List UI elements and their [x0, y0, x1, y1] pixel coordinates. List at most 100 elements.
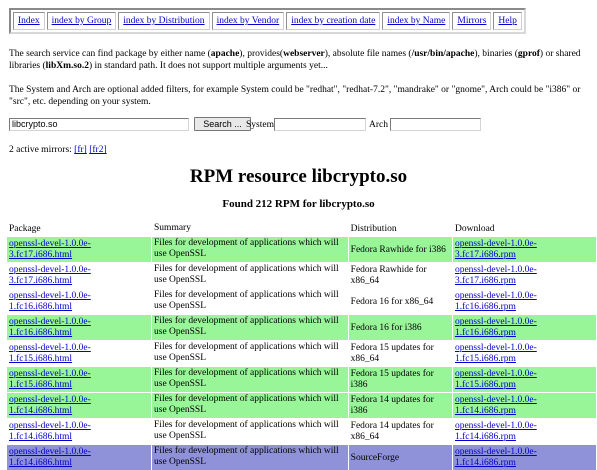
distribution-cell: Fedora Rawhide for i386: [350, 244, 446, 255]
page-title: RPM resource libcrypto.so: [189, 166, 408, 187]
download-link[interactable]: openssl-devel-1.0.0e-1.fc15.i686.rpm: [455, 369, 594, 391]
distribution-cell: Fedora 15 updates for x86_64: [350, 343, 434, 364]
download-link[interactable]: openssl-devel-1.0.0e-3.fc17.i686.rpm: [455, 239, 594, 261]
download-cell: openssl-devel-1.0.0e-3.fc17.i686.rpm: [452, 263, 596, 288]
search-button[interactable]: Search ...: [194, 117, 251, 131]
download-cell: openssl-devel-1.0.0e-1.fc16.i686.rpm: [452, 289, 596, 314]
intro-text-4: ), binaries (: [474, 49, 518, 59]
table-row: openssl-devel-1.0.0e-3.fc17.i686.html Fil…: [7, 237, 597, 262]
package-link[interactable]: openssl-devel-1.0.0e-1.fc16.i686.html: [9, 291, 149, 313]
table-row: openssl-devel-1.0.0e-1.fc14.i686.html Fil…: [7, 419, 597, 444]
table-row: openssl-devel-1.0.0e-1.fc16.i686.html Fil…: [7, 315, 597, 340]
summary-cell: Files for development of applications wh…: [154, 316, 339, 337]
summary-cell: Files for development of applications wh…: [154, 394, 339, 415]
table-body: openssl-devel-1.0.0e-3.fc17.i686.html Fil…: [7, 237, 597, 470]
nav-cell-name[interactable]: index by Name: [382, 12, 451, 30]
download-link[interactable]: openssl-devel-1.0.0e-3.fc17.i686.rpm: [455, 265, 594, 287]
package-link[interactable]: openssl-devel-1.0.0e-3.fc17.i686.html: [9, 265, 149, 287]
summary-cell: Files for development of applications wh…: [152, 419, 348, 444]
nav-link-index[interactable]: Index: [18, 16, 40, 26]
arch-input[interactable]: [390, 118, 481, 131]
nav-link-by-creation-date[interactable]: index by creation date: [291, 16, 375, 26]
nav-cell-vendor[interactable]: index by Vendor: [211, 12, 285, 30]
summary-cell: Files for development of applications wh…: [152, 263, 348, 288]
package-link[interactable]: openssl-devel-1.0.0e-1.fc16.i686.html: [9, 317, 149, 339]
mirrors-prefix: 2 active mirrors:: [9, 145, 75, 155]
summary-cell: Files for development of applications wh…: [154, 238, 339, 259]
package-cell: openssl-devel-1.0.0e-1.fc15.i686.html: [7, 341, 152, 366]
download-cell: openssl-devel-1.0.0e-1.fc15.i686.rpm: [452, 341, 596, 366]
download-link[interactable]: openssl-devel-1.0.0e-1.fc14.i686.rpm: [455, 421, 594, 443]
summary-cell: Files for development of applications wh…: [154, 290, 339, 311]
nav-cell-group[interactable]: index by Group: [46, 12, 117, 30]
header-package: Package: [9, 223, 41, 234]
summary-cell: Files for development of applications wh…: [152, 341, 348, 366]
download-cell: openssl-devel-1.0.0e-1.fc15.i686.rpm: [452, 367, 596, 392]
nav-cell-index[interactable]: Index: [13, 12, 45, 30]
distribution-cell: Fedora 16 for x86_64: [348, 289, 452, 314]
search-input[interactable]: libcrypto.so: [9, 118, 189, 131]
summary-cell: Files for development of applications wh…: [152, 367, 348, 392]
mirror-link-fr2[interactable]: [fr2]: [89, 145, 106, 155]
package-cell: openssl-devel-1.0.0e-3.fc17.i686.html: [7, 263, 152, 288]
package-link[interactable]: openssl-devel-1.0.0e-1.fc15.i686.html: [9, 343, 149, 365]
download-link[interactable]: openssl-devel-1.0.0e-1.fc14.i686.rpm: [455, 395, 594, 417]
summary-cell: Files for development of applications wh…: [154, 342, 339, 363]
distribution-cell: Fedora 14 updates for i386: [348, 393, 452, 418]
download-link[interactable]: openssl-devel-1.0.0e-1.fc15.i686.rpm: [455, 343, 594, 365]
distribution-cell: Fedora 15 updates for i386: [348, 367, 452, 392]
nav-link-by-vendor[interactable]: index by Vendor: [217, 16, 280, 26]
system-input[interactable]: [274, 118, 366, 131]
distribution-cell: Fedora Rawhide for x86_64: [350, 265, 427, 286]
table-row: openssl-devel-1.0.0e-1.fc15.i686.html Fil…: [7, 367, 597, 392]
nav-cell-help[interactable]: Help: [493, 12, 522, 30]
nav-link-by-name[interactable]: index by Name: [387, 16, 445, 26]
active-mirrors: 2 active mirrors: [fr] [fr2]: [9, 145, 107, 155]
intro-text-1: The search service can find package by e…: [9, 49, 211, 59]
example-shared-library: libXm.so.2: [45, 61, 89, 71]
package-link[interactable]: openssl-devel-1.0.0e-1.fc14.i686.html: [9, 421, 149, 443]
nav-link-help[interactable]: Help: [498, 16, 516, 26]
distribution-cell: Fedora Rawhide for i386: [348, 237, 452, 262]
nav-link-by-group[interactable]: index by Group: [52, 16, 112, 26]
package-cell: openssl-devel-1.0.0e-1.fc14.i686.html: [7, 393, 152, 418]
rpm-results-table: Package Summary Distribution Download op…: [7, 222, 597, 470]
summary-cell: Files for development of applications wh…: [152, 289, 348, 314]
results-count-heading: Found 212 RPM for libcrypto.so: [222, 198, 375, 210]
package-cell: openssl-devel-1.0.0e-1.fc14.i686.html: [7, 419, 152, 444]
header-distribution: Distribution: [350, 224, 397, 234]
search-help-text: The search service can find package by e…: [9, 48, 589, 72]
package-cell: openssl-devel-1.0.0e-1.fc16.i686.html: [7, 289, 152, 314]
intro-text-6: ) in standard path. It does not support …: [88, 61, 328, 71]
table-row: openssl-devel-1.0.0e-1.fc15.i686.html Fil…: [7, 341, 597, 366]
package-link[interactable]: openssl-devel-1.0.0e-1.fc15.i686.html: [9, 369, 149, 391]
nav-cell-mirrors[interactable]: Mirrors: [452, 12, 492, 30]
download-cell: openssl-devel-1.0.0e-1.fc14.i686.rpm: [452, 419, 596, 444]
nav-link-mirrors[interactable]: Mirrors: [457, 16, 486, 26]
system-label: System: [246, 120, 274, 130]
package-link[interactable]: openssl-devel-1.0.0e-1.fc14.i686.html: [9, 395, 149, 417]
download-link[interactable]: openssl-devel-1.0.0e-1.fc16.i686.rpm: [455, 291, 594, 313]
nav-link-by-distribution[interactable]: index by Distribution: [123, 16, 204, 26]
download-link[interactable]: openssl-devel-1.0.0e-1.fc16.i686.rpm: [455, 317, 594, 339]
nav-cell-creation-date[interactable]: index by creation date: [286, 12, 381, 30]
summary-cell: Files for development of applications wh…: [154, 368, 339, 389]
filter-help-text: The System and Arch are optional added f…: [9, 85, 581, 107]
nav-cell-distribution[interactable]: index by Distribution: [118, 12, 210, 30]
distribution-cell: Fedora 15 updates for x86_64: [348, 341, 452, 366]
package-cell: openssl-devel-1.0.0e-1.fc16.i686.html: [7, 315, 152, 340]
arch-label: Arch: [369, 120, 388, 130]
summary-cell: Files for development of applications wh…: [152, 393, 348, 418]
download-cell: openssl-devel-1.0.0e-1.fc16.i686.rpm: [452, 315, 596, 340]
intro-text-3: ), absolute file names (: [324, 49, 412, 59]
distribution-cell: Fedora Rawhide for x86_64: [348, 263, 452, 288]
download-cell: openssl-devel-1.0.0e-3.fc17.i686.rpm: [452, 237, 596, 262]
package-cell: openssl-devel-1.0.0e-3.fc17.i686.html: [7, 237, 152, 262]
example-package-name: apache: [210, 49, 240, 59]
summary-cell: Files for development of applications wh…: [154, 446, 339, 467]
summary-cell: Files for development of applications wh…: [152, 237, 348, 262]
distribution-cell: SourceForge: [350, 452, 400, 463]
package-link[interactable]: openssl-devel-1.0.0e-3.fc17.i686.html: [9, 239, 149, 261]
table-row: openssl-devel-1.0.0e-1.fc16.i686.html Fil…: [7, 289, 597, 314]
mirror-link-fr[interactable]: [fr]: [74, 145, 87, 155]
